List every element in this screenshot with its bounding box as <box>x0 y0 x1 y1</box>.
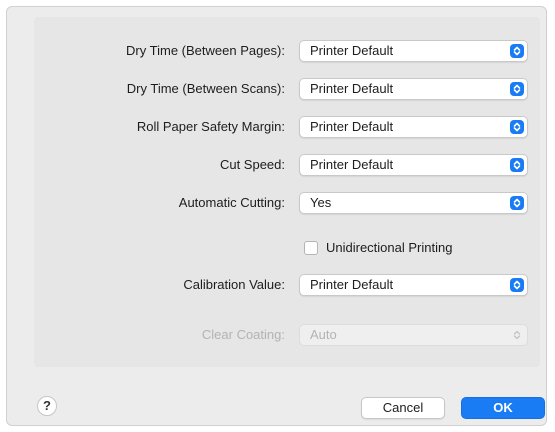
chevron-updown-icon <box>510 158 524 172</box>
dry-time-scans-value: Printer Default <box>310 81 394 96</box>
settings-panel: Dry Time (Between Pages): Printer Defaul… <box>34 17 540 367</box>
automatic-cutting-value: Yes <box>310 195 332 210</box>
clear-coating-label: Clear Coating: <box>201 327 285 342</box>
chevron-updown-icon <box>510 120 524 134</box>
cancel-button[interactable]: Cancel <box>361 397 445 419</box>
dry-time-pages-popup[interactable]: Printer Default <box>299 40 528 62</box>
clear-coating-value: Auto <box>310 327 337 342</box>
roll-paper-margin-popup[interactable]: Printer Default <box>299 116 528 138</box>
calibration-value-popup[interactable]: Printer Default <box>299 274 528 296</box>
chevron-updown-icon <box>510 278 524 292</box>
chevron-updown-icon <box>510 44 524 58</box>
ok-button[interactable]: OK <box>461 397 545 419</box>
roll-paper-margin-value: Printer Default <box>310 119 394 134</box>
chevron-updown-icon <box>510 328 524 342</box>
unidirectional-printing-checkbox[interactable] <box>304 241 318 255</box>
chevron-updown-icon <box>510 196 524 210</box>
calibration-value-label: Calibration Value: <box>183 277 285 292</box>
dry-time-pages-label: Dry Time (Between Pages): <box>126 43 285 58</box>
dry-time-scans-popup[interactable]: Printer Default <box>299 78 528 100</box>
unidirectional-printing-label: Unidirectional Printing <box>326 240 453 255</box>
calibration-value: Printer Default <box>310 277 394 292</box>
automatic-cutting-label: Automatic Cutting: <box>178 195 285 210</box>
print-settings-dialog: Dry Time (Between Pages): Printer Defaul… <box>6 6 547 426</box>
clear-coating-popup: Auto <box>299 324 528 346</box>
dry-time-pages-value: Printer Default <box>310 43 394 58</box>
cut-speed-value: Printer Default <box>310 157 394 172</box>
cut-speed-popup[interactable]: Printer Default <box>299 154 528 176</box>
roll-paper-margin-label: Roll Paper Safety Margin: <box>136 119 285 134</box>
cut-speed-label: Cut Speed: <box>219 157 285 172</box>
dry-time-scans-label: Dry Time (Between Scans): <box>126 81 285 96</box>
chevron-updown-icon <box>510 82 524 96</box>
automatic-cutting-popup[interactable]: Yes <box>299 192 528 214</box>
help-button[interactable]: ? <box>37 396 57 416</box>
